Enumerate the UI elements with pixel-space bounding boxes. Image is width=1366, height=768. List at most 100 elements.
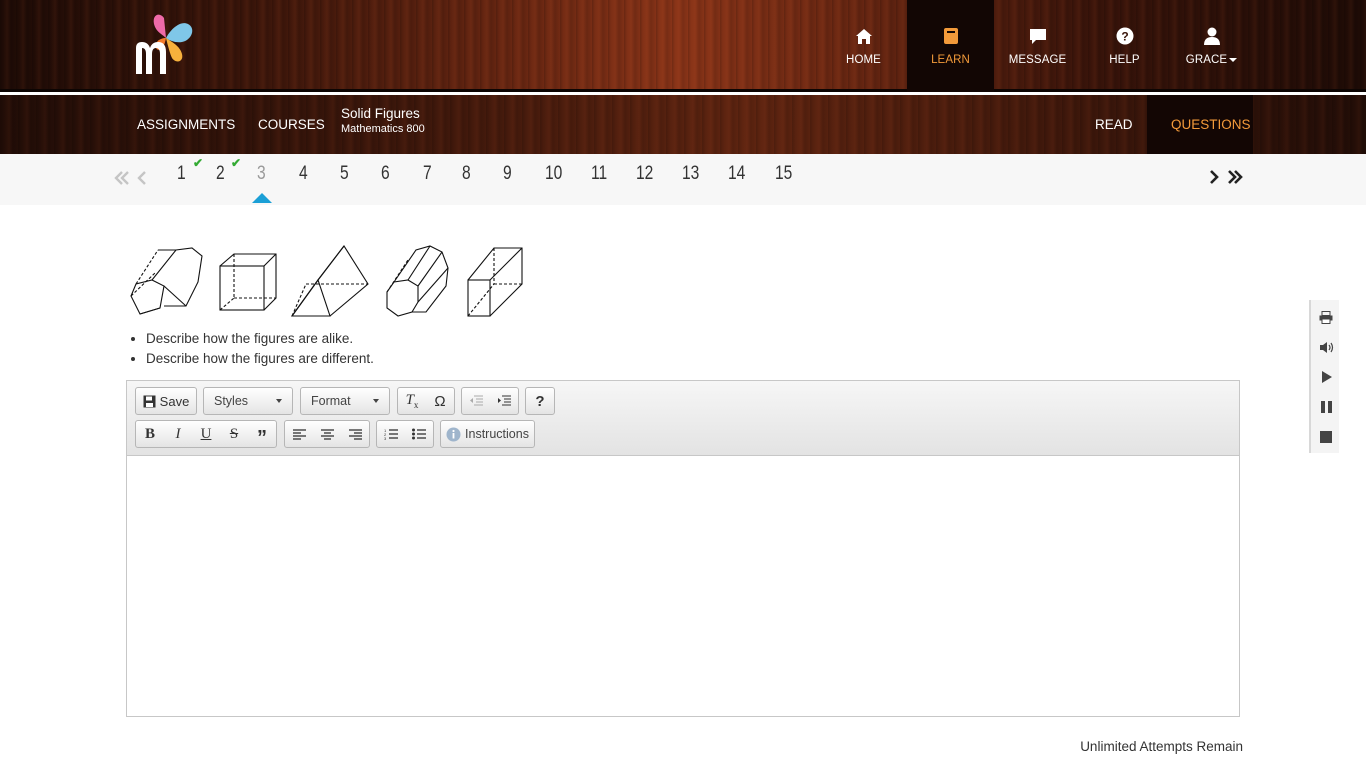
answer-editor: Save Styles Format Tx Ω ? B I U S ” 1 2 … [126,380,1240,717]
chevron-down-icon [276,399,282,403]
sub-navigation: ASSIGNMENTS COURSES Solid Figures Mathem… [0,95,1366,154]
assignments-link[interactable]: ASSIGNMENTS [137,95,235,154]
numbered-list-icon: 123 [384,428,398,440]
indent-group [461,387,519,415]
user-icon [1202,26,1222,46]
bulleted-list-button[interactable] [405,421,433,447]
hexagonal-prism-figure [130,247,203,315]
align-center-icon [320,428,334,440]
octagonal-prism-figure [386,245,449,317]
courses-link[interactable]: COURSES [258,95,325,154]
page-4[interactable]: 4 [299,163,308,185]
italic-button[interactable]: I [164,421,192,447]
quote-icon: ” [257,427,267,449]
read-tab[interactable]: READ [1095,95,1133,154]
top-header: HOME LEARN MESSAGE ? HELP GRACE [0,0,1366,92]
strikethrough-button[interactable]: S [220,421,248,447]
bold-button[interactable]: B [136,421,164,447]
help-button[interactable]: ? [525,387,555,415]
rectangular-prism-figure [467,247,523,317]
text-style-group: B I U S ” [135,420,277,448]
print-icon[interactable] [1318,309,1334,325]
format-tools-group: Tx Ω [397,387,455,415]
special-char-button[interactable]: Ω [426,388,454,414]
logo[interactable] [130,12,202,76]
page-6[interactable]: 6 [381,163,390,185]
page-13[interactable]: 13 [682,163,699,185]
solid-figures-image [128,244,528,320]
triangular-prism-figure [290,245,369,317]
nav-help[interactable]: ? HELP [1081,0,1168,92]
nav-home[interactable]: HOME [820,0,907,92]
page-9[interactable]: 9 [503,163,512,185]
indent-button[interactable] [490,388,518,414]
page-3[interactable]: 3 [257,163,266,185]
cube-figure [219,253,277,311]
chevron-down-icon [373,399,379,403]
blockquote-button[interactable]: ” [248,421,276,449]
align-right-button[interactable] [341,421,369,447]
page-14[interactable]: 14 [728,163,745,185]
lesson-title: Solid Figures [341,106,420,121]
checkmark-icon: ✔ [231,156,242,170]
questions-tab[interactable]: QUESTIONS [1147,95,1253,154]
nav-message[interactable]: MESSAGE [994,0,1081,92]
attempts-remaining: Unlimited Attempts Remain [1080,739,1243,754]
styles-dropdown[interactable]: Styles [203,387,293,415]
page-15[interactable]: 15 [775,163,792,185]
save-label: Save [159,393,190,409]
nav-home-label: HOME [846,54,881,66]
page-5[interactable]: 5 [340,163,349,185]
align-center-button[interactable] [313,421,341,447]
outdent-button[interactable] [462,388,490,414]
page-2[interactable]: 2 [216,163,225,185]
align-left-icon [292,428,306,440]
svg-text:?: ? [1121,30,1128,44]
align-left-button[interactable] [285,421,313,447]
prev-page-icon[interactable] [137,168,147,190]
page-7[interactable]: 7 [423,163,432,185]
nav-learn[interactable]: LEARN [907,0,994,92]
page-8[interactable]: 8 [462,163,471,185]
editor-toolbar: Save Styles Format Tx Ω ? B I U S ” 1 2 … [127,381,1239,456]
page-11[interactable]: 11 [591,163,607,185]
page-1[interactable]: 1 [177,163,186,185]
indent-icon [497,395,511,407]
nav-user[interactable]: GRACE [1168,0,1255,92]
last-page-icon[interactable] [1227,168,1243,191]
bulleted-list-icon [412,428,426,440]
align-group [284,420,370,448]
numbered-list-button[interactable]: 123 [377,421,405,447]
stop-icon[interactable] [1318,429,1334,445]
remove-format-button[interactable]: Tx [398,388,426,414]
underline-button[interactable]: U [192,421,220,447]
align-right-icon [348,428,362,440]
floppy-disk-icon [143,395,156,408]
save-button-inner: Save [136,388,196,414]
instructions-label: Instructions [465,427,529,441]
format-label: Format [311,394,351,408]
page-10[interactable]: 10 [545,163,562,185]
answer-text-area[interactable] [127,456,1239,716]
play-icon[interactable] [1318,369,1334,385]
question-bullets: Describe how the figures are alike. Desc… [146,331,374,371]
bullet-alike: Describe how the figures are alike. [146,331,374,346]
first-page-icon[interactable] [114,168,130,190]
pause-icon[interactable] [1318,399,1334,415]
svg-text:3: 3 [384,436,387,440]
page-12[interactable]: 12 [636,163,653,185]
styles-combo: Styles [204,388,292,414]
next-page-icon[interactable] [1209,168,1219,191]
nav-user-label: GRACE [1186,54,1238,66]
nav-learn-label: LEARN [931,54,970,66]
help-label: ? [535,392,545,410]
book-icon [941,26,961,46]
instructions-button[interactable]: Instructions [440,420,535,448]
format-combo: Format [301,388,389,414]
nav-message-label: MESSAGE [1008,54,1067,66]
format-dropdown[interactable]: Format [300,387,390,415]
speaker-icon[interactable] [1318,339,1334,355]
bold-icon: B [144,425,155,442]
course-info[interactable]: Solid Figures Mathematics 800 [341,106,425,135]
save-button[interactable]: Save [135,387,197,415]
